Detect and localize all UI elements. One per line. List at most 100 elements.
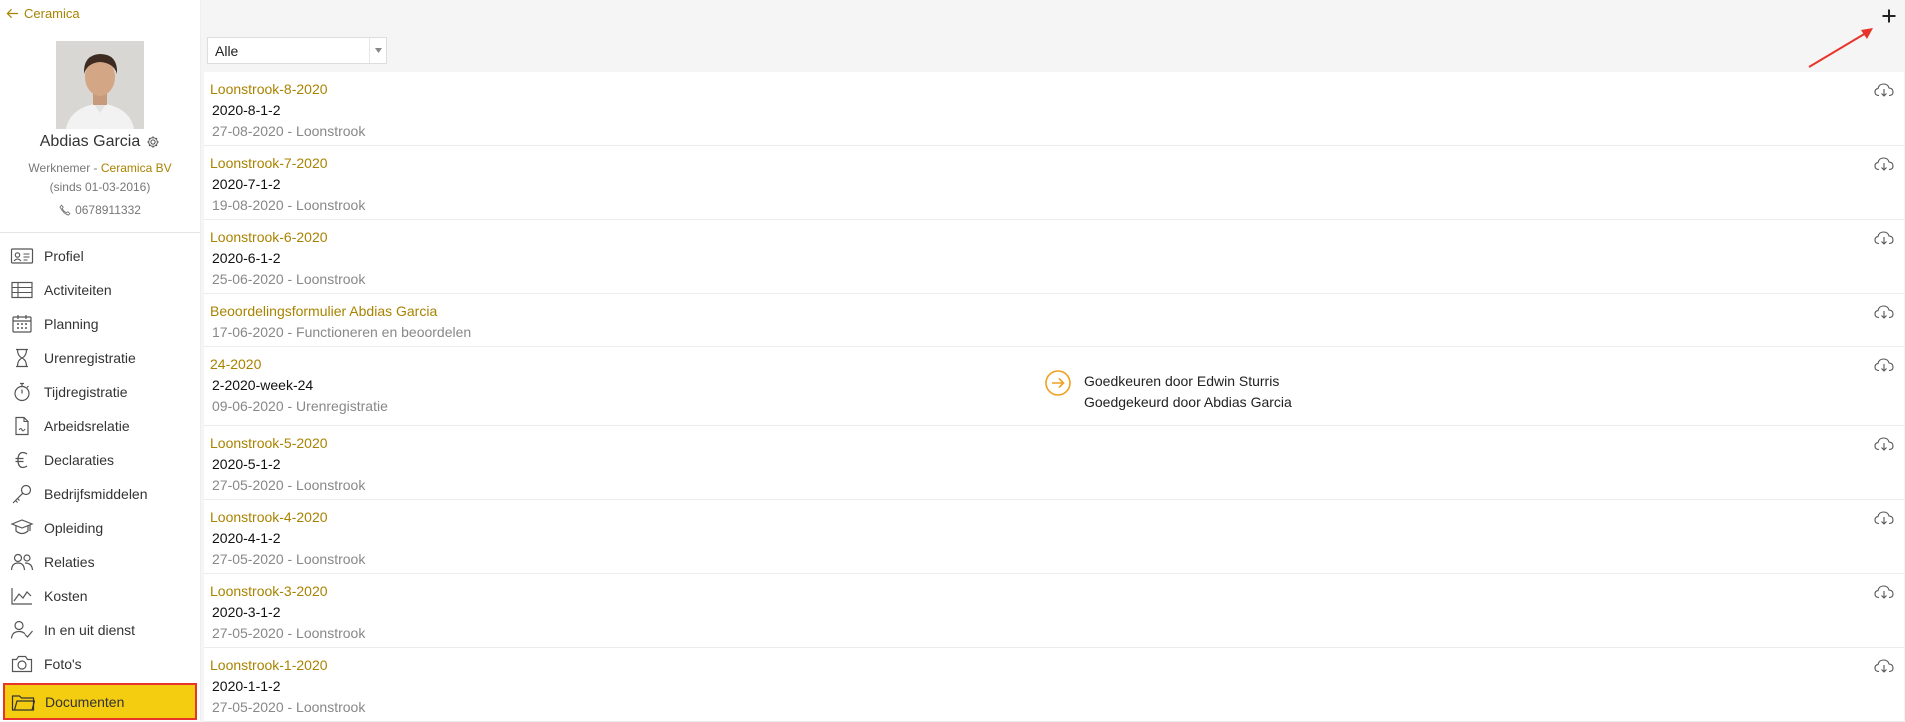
document-meta: 17-06-2020 - Functioneren en beoordelen bbox=[212, 324, 472, 340]
document-meta: 27-08-2020 - Loonstrook bbox=[212, 123, 366, 139]
hourglass-icon bbox=[16, 348, 28, 368]
sidebar-item-fotos[interactable]: Foto's bbox=[0, 647, 200, 681]
cloud-download-icon[interactable] bbox=[1874, 156, 1894, 172]
sidebar-nav: Profiel Activiteiten Planning Urenregist… bbox=[0, 239, 200, 720]
approval-lines: Goedkeuren door Edwin Sturris Goedgekeur… bbox=[1084, 371, 1292, 413]
stopwatch-icon bbox=[14, 382, 30, 402]
annotation-arrow bbox=[1808, 28, 1873, 68]
document-row: Loonstrook-4-2020 2020-4-1-2 27-05-2020 … bbox=[204, 500, 1904, 574]
key-icon bbox=[12, 484, 32, 504]
settings-gear-icon[interactable] bbox=[146, 135, 160, 149]
document-title-link[interactable]: 24-2020 bbox=[210, 356, 261, 372]
document-meta: 25-06-2020 - Loonstrook bbox=[212, 271, 366, 287]
document-meta: 27-05-2020 - Loonstrook bbox=[212, 699, 366, 715]
document-type-select-value: Alle bbox=[215, 43, 239, 59]
area-chart-icon bbox=[11, 588, 32, 605]
document-reference: 2020-1-1-2 bbox=[212, 678, 281, 694]
document-meta: 27-05-2020 - Loonstrook bbox=[212, 551, 366, 567]
user-name: Abdias Garcia bbox=[0, 133, 200, 151]
document-row: Loonstrook-5-2020 2020-5-1-2 27-05-2020 … bbox=[204, 426, 1904, 500]
user-role-label: Werknemer - bbox=[28, 161, 101, 175]
sidebar-item-label: Foto's bbox=[44, 656, 82, 672]
cloud-download-icon[interactable] bbox=[1874, 82, 1894, 98]
plus-icon bbox=[1882, 9, 1896, 23]
cloud-download-icon[interactable] bbox=[1874, 304, 1894, 320]
sidebar-item-label: In en uit dienst bbox=[44, 622, 136, 638]
document-meta: 09-06-2020 - Urenregistratie bbox=[212, 398, 388, 414]
sidebar-item-bedrijfsmiddelen[interactable]: Bedrijfsmiddelen bbox=[0, 477, 200, 511]
document-reference: 2020-5-1-2 bbox=[212, 456, 281, 472]
document-row: Loonstrook-7-2020 2020-7-1-2 19-08-2020 … bbox=[204, 146, 1904, 220]
approval-pending: Goedkeuren door Edwin Sturris bbox=[1084, 373, 1280, 389]
document-list: Loonstrook-8-2020 2020-8-1-2 27-08-2020 … bbox=[204, 72, 1904, 722]
user-phone[interactable]: 0678911332 bbox=[0, 203, 200, 217]
camera-icon bbox=[11, 655, 33, 673]
cloud-download-icon[interactable] bbox=[1874, 436, 1894, 452]
approve-arrow-circle-icon[interactable] bbox=[1044, 369, 1072, 397]
user-name-text: Abdias Garcia bbox=[39, 133, 141, 150]
cloud-download-icon[interactable] bbox=[1874, 510, 1894, 526]
sidebar-item-label: Arbeidsrelatie bbox=[44, 418, 130, 434]
sidebar-item-label: Planning bbox=[44, 316, 99, 332]
back-link-label: Ceramica bbox=[24, 5, 80, 21]
sidebar-item-label: Declaraties bbox=[44, 452, 115, 468]
sidebar-item-label: Tijdregistratie bbox=[44, 384, 128, 400]
sidebar-item-label: Relaties bbox=[44, 554, 95, 570]
avatar bbox=[56, 41, 144, 129]
document-title-link[interactable]: Loonstrook-4-2020 bbox=[210, 509, 328, 525]
sidebar-item-tijdregistratie[interactable]: Tijdregistratie bbox=[0, 375, 200, 409]
document-title-link[interactable]: Loonstrook-5-2020 bbox=[210, 435, 328, 451]
sidebar-item-label: Profiel bbox=[44, 248, 84, 264]
sidebar-item-documenten[interactable]: Documenten bbox=[3, 683, 197, 720]
cloud-download-icon[interactable] bbox=[1874, 230, 1894, 246]
calendar-icon bbox=[12, 315, 32, 333]
user-check-icon bbox=[10, 620, 33, 639]
sidebar-item-label: Kosten bbox=[44, 588, 88, 604]
sidebar-item-profiel[interactable]: Profiel bbox=[0, 239, 200, 273]
document-reference: 2020-3-1-2 bbox=[212, 604, 281, 620]
sidebar-item-in-en-uit-dienst[interactable]: In en uit dienst bbox=[0, 613, 200, 647]
approval-status: Goedkeuren door Edwin Sturris Goedgekeur… bbox=[1044, 369, 1292, 413]
document-reference: 2020-4-1-2 bbox=[212, 530, 281, 546]
document-meta: 27-05-2020 - Loonstrook bbox=[212, 625, 366, 641]
sidebar-item-declaraties[interactable]: Declaraties bbox=[0, 443, 200, 477]
document-row: 24-2020 2-2020-week-24 09-06-2020 - Uren… bbox=[204, 347, 1904, 426]
document-reference: 2020-6-1-2 bbox=[212, 250, 281, 266]
sidebar-divider bbox=[0, 232, 200, 233]
sidebar-item-opleiding[interactable]: Opleiding bbox=[0, 511, 200, 545]
document-title-link[interactable]: Beoordelingsformulier Abdias Garcia bbox=[210, 303, 437, 319]
document-title-link[interactable]: Loonstrook-8-2020 bbox=[210, 81, 328, 97]
document-type-select[interactable]: Alle bbox=[207, 37, 387, 64]
document-title-link[interactable]: Loonstrook-6-2020 bbox=[210, 229, 328, 245]
document-row: Loonstrook-8-2020 2020-8-1-2 27-08-2020 … bbox=[204, 72, 1904, 146]
sidebar-item-urenregistratie[interactable]: Urenregistratie bbox=[0, 341, 200, 375]
sidebar-item-planning[interactable]: Planning bbox=[0, 307, 200, 341]
people-icon bbox=[10, 553, 34, 571]
select-caret bbox=[369, 38, 386, 63]
employment-since: (sinds 01-03-2016) bbox=[49, 180, 151, 194]
back-link[interactable]: Ceramica bbox=[6, 5, 80, 21]
cloud-download-icon[interactable] bbox=[1874, 658, 1894, 674]
sidebar-item-kosten[interactable]: Kosten bbox=[0, 579, 200, 613]
sidebar-item-activiteiten[interactable]: Activiteiten bbox=[0, 273, 200, 307]
document-row: Loonstrook-3-2020 2020-3-1-2 27-05-2020 … bbox=[204, 574, 1904, 648]
document-title-link[interactable]: Loonstrook-1-2020 bbox=[210, 657, 328, 673]
sidebar-item-label: Documenten bbox=[45, 693, 125, 710]
document-title-link[interactable]: Loonstrook-7-2020 bbox=[210, 155, 328, 171]
company-link[interactable]: Ceramica BV bbox=[101, 161, 172, 175]
document-icon bbox=[15, 416, 29, 436]
document-title-link[interactable]: Loonstrook-3-2020 bbox=[210, 583, 328, 599]
phone-icon bbox=[59, 204, 71, 216]
document-reference: 2-2020-week-24 bbox=[212, 377, 314, 393]
document-row: Beoordelingsformulier Abdias Garcia 17-0… bbox=[204, 294, 1904, 347]
cloud-download-icon[interactable] bbox=[1874, 584, 1894, 600]
document-row: Loonstrook-1-2020 2020-1-1-2 27-05-2020 … bbox=[204, 648, 1904, 722]
euro-icon bbox=[15, 451, 28, 469]
document-reference: 2020-8-1-2 bbox=[212, 102, 281, 118]
cloud-download-icon[interactable] bbox=[1874, 357, 1894, 373]
sidebar-item-arbeidsrelatie[interactable]: Arbeidsrelatie bbox=[0, 409, 200, 443]
document-meta: 19-08-2020 - Loonstrook bbox=[212, 197, 366, 213]
sidebar-item-relaties[interactable]: Relaties bbox=[0, 545, 200, 579]
user-role: Werknemer - Ceramica BV bbox=[0, 161, 200, 175]
sidebar-item-label: Opleiding bbox=[44, 520, 104, 536]
